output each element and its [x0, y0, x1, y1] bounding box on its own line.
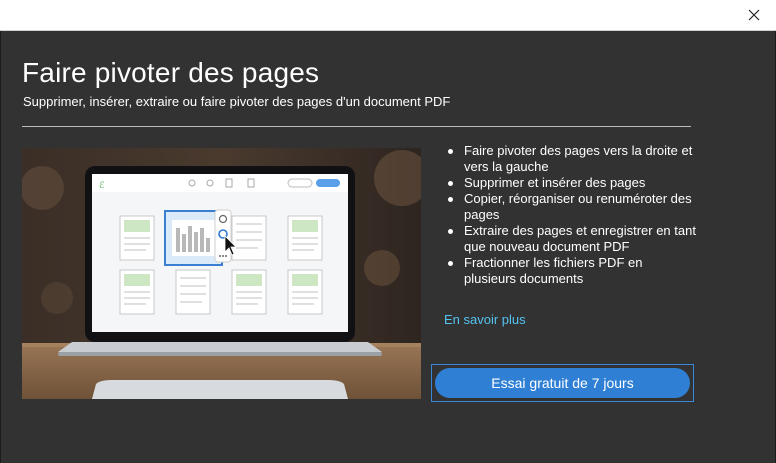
- bullet-icon: [448, 229, 453, 234]
- svg-text:ℰ: ℰ: [99, 181, 105, 191]
- dialog-subtitle: Supprimer, insérer, extraire ou faire pi…: [23, 94, 451, 109]
- feature-item: Fractionner les fichiers PDF en plusieur…: [447, 255, 697, 287]
- feature-text: Supprimer et insérer des pages: [464, 175, 646, 190]
- feature-text: Faire pivoter des pages vers la droite e…: [464, 143, 693, 174]
- promo-dialog: Faire pivoter des pages Supprimer, insér…: [0, 31, 776, 463]
- feature-item: Copier, réorganiser ou renuméroter des p…: [447, 191, 697, 223]
- learn-more-link[interactable]: En savoir plus: [444, 312, 526, 327]
- free-trial-button[interactable]: Essai gratuit de 7 jours: [435, 368, 690, 398]
- feature-list: Faire pivoter des pages vers la droite e…: [447, 143, 697, 287]
- bullet-icon: [448, 149, 453, 154]
- feature-item: Supprimer et insérer des pages: [447, 175, 697, 191]
- bullet-icon: [448, 261, 453, 266]
- bullet-icon: [448, 197, 453, 202]
- laptop-illustration: ℰ: [22, 148, 421, 399]
- divider: [22, 126, 691, 127]
- feature-item: Extraire des pages et enregistrer en tan…: [447, 223, 697, 255]
- hero-image: ℰ: [22, 148, 421, 399]
- close-icon: [748, 9, 760, 21]
- feature-item: Faire pivoter des pages vers la droite e…: [447, 143, 697, 175]
- bullet-icon: [448, 181, 453, 186]
- trial-button-focus-frame: Essai gratuit de 7 jours: [431, 364, 694, 402]
- window-titlebar: [0, 0, 776, 31]
- feature-text: Extraire des pages et enregistrer en tan…: [464, 223, 696, 254]
- feature-text: Fractionner les fichiers PDF en plusieur…: [464, 255, 643, 286]
- feature-text: Copier, réorganiser ou renuméroter des p…: [464, 191, 692, 222]
- dialog-title: Faire pivoter des pages: [22, 57, 320, 88]
- close-button[interactable]: [736, 1, 772, 29]
